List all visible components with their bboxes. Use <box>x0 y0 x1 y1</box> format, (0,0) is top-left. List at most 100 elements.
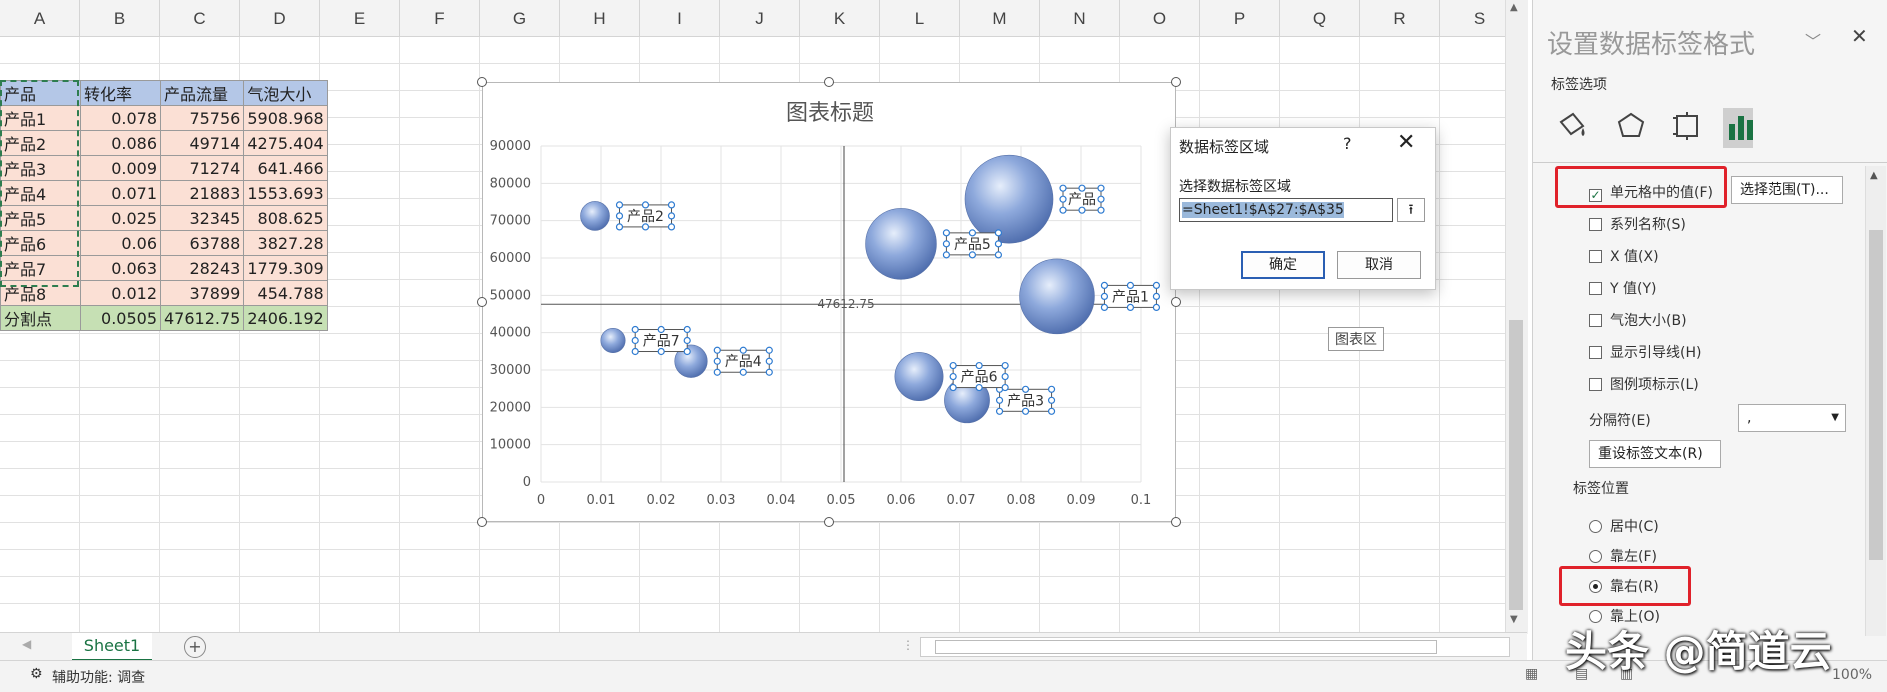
checkbox-icon[interactable] <box>1589 378 1602 391</box>
horizontal-scrollbar[interactable] <box>920 637 1510 657</box>
column-header-K[interactable]: K <box>800 0 880 36</box>
checkbox-icon[interactable] <box>1589 346 1602 359</box>
scroll-down-icon[interactable]: ▼ <box>1510 614 1518 625</box>
format-data-labels-pane[interactable]: 设置数据标签格式 ﹀ ✕ 标签选项 ✓ 单元格中的值(F) 系列名称(S) X 值(X… <box>1532 0 1887 660</box>
table-cell[interactable]: 0.086 <box>80 130 161 156</box>
table-row[interactable]: 产品2 0.086 49714 4275.404 <box>0 130 328 156</box>
radio-row[interactable]: 靠左(F) <box>1589 546 1657 566</box>
table-cell[interactable]: 0.071 <box>80 180 161 206</box>
table-cell[interactable]: 75756 <box>159 105 245 131</box>
column-header-Q[interactable]: Q <box>1280 0 1360 36</box>
column-header-L[interactable]: L <box>880 0 960 36</box>
pane-options-chevron-icon[interactable]: ﹀ <box>1805 28 1821 52</box>
collapse-dialog-button[interactable]: ⭱ <box>1397 198 1425 222</box>
table-row[interactable]: 产品5 0.025 32345 808.625 <box>0 205 328 231</box>
table-row[interactable]: 产品3 0.009 71274 641.466 <box>0 155 328 181</box>
column-header-M[interactable]: M <box>960 0 1040 36</box>
table-cell[interactable]: 71274 <box>159 155 245 181</box>
chart-resize-handle[interactable] <box>477 517 487 527</box>
table-cell[interactable]: 5908.968 <box>243 105 328 131</box>
column-header-O[interactable]: O <box>1120 0 1200 36</box>
table-cell[interactable]: 产品2 <box>0 130 81 156</box>
column-header-S[interactable]: S <box>1440 0 1505 36</box>
table-cell[interactable]: 产品 <box>0 80 81 106</box>
radio-icon[interactable] <box>1589 550 1602 563</box>
range-input[interactable]: =Sheet1!$A$27:$A$35 <box>1179 198 1393 222</box>
table-cell[interactable]: 47612.75 <box>159 305 245 331</box>
table-cell[interactable]: 气泡大小 <box>243 80 328 106</box>
table-row[interactable]: 产品1 0.078 75756 5908.968 <box>0 105 328 131</box>
chart-resize-handle[interactable] <box>824 517 834 527</box>
table-cell[interactable]: 641.466 <box>243 155 328 181</box>
table-cell[interactable]: 0.063 <box>80 255 161 281</box>
separator-select[interactable]: , ▼ <box>1738 404 1846 432</box>
accessibility-icon[interactable]: ⚙ <box>30 666 43 682</box>
pane-scrollbar[interactable]: ▲ <box>1865 166 1886 636</box>
table-cell[interactable]: 产品7 <box>0 255 81 281</box>
data-table[interactable]: 产品 转化率 产品流量 气泡大小 产品1 0.078 75756 5908.968 产品2 0.0… <box>0 80 328 331</box>
ok-button[interactable]: 确定 <box>1241 251 1325 279</box>
table-cell[interactable]: 49714 <box>159 130 245 156</box>
table-cell[interactable]: 产品3 <box>0 155 81 181</box>
split-handle-icon[interactable]: ⋮ <box>902 638 914 652</box>
table-cell[interactable]: 0.025 <box>80 205 161 231</box>
table-row[interactable]: 产品8 0.012 37899 454.788 <box>0 280 328 306</box>
table-cell[interactable]: 1779.309 <box>243 255 328 281</box>
table-cell[interactable]: 0.012 <box>80 280 161 306</box>
pane-scroll-thumb[interactable] <box>1869 230 1883 560</box>
pane-tab-icons[interactable] <box>1553 108 1753 152</box>
table-cell[interactable]: 3827.28 <box>243 230 328 256</box>
checkbox-row[interactable]: 图例项标示(L) <box>1589 374 1699 394</box>
scroll-thumb[interactable] <box>1509 320 1523 610</box>
table-cell[interactable]: 32345 <box>159 205 245 231</box>
table-cell[interactable]: 产品6 <box>0 230 81 256</box>
table-cell[interactable]: 0.06 <box>80 230 161 256</box>
checkbox-icon[interactable] <box>1589 250 1602 263</box>
data-label-range-dialog[interactable]: 数据标签区域 ? ✕ 选择数据标签区域 =Sheet1!$A$27:$A$35 … <box>1170 127 1436 290</box>
checkbox-icon[interactable] <box>1589 314 1602 327</box>
table-cell[interactable]: 转化率 <box>80 80 161 106</box>
column-header-C[interactable]: C <box>160 0 240 36</box>
add-sheet-icon[interactable]: + <box>184 636 206 658</box>
table-cell[interactable]: 21883 <box>159 180 245 206</box>
help-button[interactable]: ? <box>1343 134 1352 153</box>
pane-scroll-up-icon[interactable]: ▲ <box>1870 170 1878 181</box>
checkbox-icon[interactable] <box>1589 218 1602 231</box>
section-label-options[interactable]: 标签选项 <box>1551 74 1607 94</box>
column-header-D[interactable]: D <box>240 0 320 36</box>
table-cell[interactable]: 2406.192 <box>243 305 328 331</box>
zoom-level[interactable]: 100% <box>1832 667 1872 683</box>
checkbox-icon[interactable] <box>1589 282 1602 295</box>
column-header-P[interactable]: P <box>1200 0 1280 36</box>
tab-sheet1[interactable]: Sheet1 <box>72 633 152 662</box>
chart-resize-handle[interactable] <box>1171 297 1181 307</box>
chart-resize-handle[interactable] <box>1171 517 1181 527</box>
checkbox-row[interactable]: 显示引导线(H) <box>1589 342 1701 362</box>
table-cell[interactable]: 1553.693 <box>243 180 328 206</box>
column-header-I[interactable]: I <box>640 0 720 36</box>
column-header-E[interactable]: E <box>320 0 400 36</box>
table-split-row[interactable]: 分割点 0.0505 47612.75 2406.192 <box>0 305 328 331</box>
column-header-H[interactable]: H <box>560 0 640 36</box>
radio-icon[interactable] <box>1589 520 1602 533</box>
accessibility-status[interactable]: 辅助功能: 调查 <box>52 667 145 687</box>
checkbox-row[interactable]: X 值(X) <box>1589 246 1659 266</box>
table-cell[interactable]: 4275.404 <box>243 130 328 156</box>
column-header-A[interactable]: A <box>0 0 80 36</box>
bubble-chart[interactable]: 图表标题 0 0.01 0.02 0.03 0.04 0.05 0.06 0.07 0.08 0.… <box>482 82 1176 522</box>
cancel-button[interactable]: 取消 <box>1337 251 1421 279</box>
column-header-F[interactable]: F <box>400 0 480 36</box>
checkbox-row[interactable]: Y 值(Y) <box>1589 278 1656 298</box>
tab-scroll-left-icon[interactable]: ◀ <box>22 637 31 651</box>
worksheet[interactable]: ABCDEFGHIJKLMNOPQRS 产品 转化率 产品流量 气泡大小 产品1 0.07… <box>0 0 1505 634</box>
column-header-G[interactable]: G <box>480 0 560 36</box>
table-cell[interactable]: 0.078 <box>80 105 161 131</box>
column-header-N[interactable]: N <box>1040 0 1120 36</box>
table-cell[interactable]: 37899 <box>159 280 245 306</box>
normal-view-icon[interactable]: ▦ <box>1525 666 1538 682</box>
select-range-button[interactable]: 选择范围(T)... <box>1731 176 1843 204</box>
table-cell[interactable]: 产品8 <box>0 280 81 306</box>
column-header-J[interactable]: J <box>720 0 800 36</box>
table-cell[interactable]: 产品流量 <box>159 80 245 106</box>
table-header-row[interactable]: 产品 转化率 产品流量 气泡大小 <box>0 80 328 106</box>
